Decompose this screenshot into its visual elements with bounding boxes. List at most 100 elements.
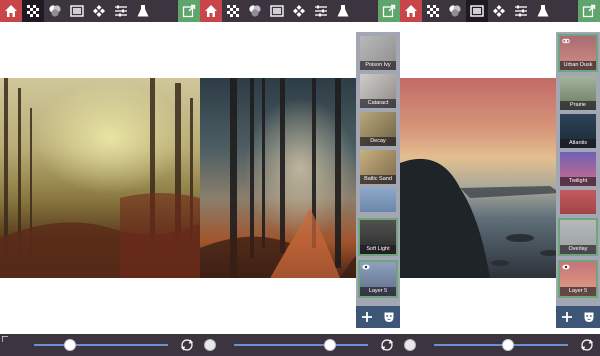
sync-icon[interactable] — [180, 338, 194, 352]
gradient-frame-icon — [270, 5, 284, 17]
blend-button[interactable] — [244, 0, 266, 22]
layer-thumb-atlantis[interactable]: Atlantis — [560, 114, 596, 148]
layer-tools-2 — [556, 306, 600, 328]
layer-label: Urban Dusk — [560, 61, 596, 70]
home-button[interactable] — [0, 0, 22, 22]
sync-icon[interactable] — [380, 338, 394, 352]
checkerboard-button[interactable] — [222, 0, 244, 22]
export-icon — [582, 4, 596, 18]
home-icon — [405, 5, 417, 17]
lab-button[interactable] — [332, 0, 354, 22]
flask-icon — [537, 5, 549, 17]
export-button[interactable] — [178, 0, 200, 22]
opacity-slider-track[interactable] — [234, 344, 368, 346]
eye-icon — [562, 264, 570, 270]
home-icon — [5, 5, 17, 17]
layer-thumb-blue[interactable] — [360, 188, 396, 212]
mask-icon — [584, 312, 594, 322]
blend-button[interactable] — [44, 0, 66, 22]
frame-button[interactable] — [66, 0, 88, 22]
diamond-tiles-icon — [493, 5, 505, 17]
layers-panel-2: Urban Dusk Prairie Atlantis Twilight Ove… — [556, 32, 600, 328]
diamond-tiles-icon — [93, 5, 105, 17]
tiles-button[interactable] — [288, 0, 310, 22]
blend-circles-icon — [49, 5, 61, 17]
export-button[interactable] — [378, 0, 400, 22]
lab-button[interactable] — [132, 0, 154, 22]
gradient-frame-icon — [70, 5, 84, 17]
tiles-button[interactable] — [88, 0, 110, 22]
flask-icon — [337, 5, 349, 17]
checkerboard-button[interactable] — [22, 0, 44, 22]
tiles-button[interactable] — [488, 0, 510, 22]
layer-label: Baltic Sand — [360, 175, 396, 184]
layer-label: Prairie — [560, 101, 596, 110]
mask-button[interactable] — [578, 306, 600, 328]
layer-thumb-poison-ivy[interactable]: Poison Ivy — [360, 36, 396, 70]
export-icon — [182, 4, 196, 18]
layer-label: Decay — [360, 137, 396, 146]
flask-icon — [137, 5, 149, 17]
blend-circles-icon — [249, 5, 261, 17]
layer-label: Layer 5 — [360, 287, 396, 296]
layer-thumb-decay[interactable]: Decay — [360, 112, 396, 146]
plus-icon — [562, 312, 572, 322]
adjust-button[interactable] — [510, 0, 532, 22]
opacity-slider-handle[interactable] — [324, 339, 337, 351]
add-layer-button[interactable] — [356, 306, 378, 328]
forest-trees-graphic — [0, 78, 200, 278]
layer-label: Soft Light — [360, 245, 396, 254]
checkerboard-icon — [427, 5, 439, 17]
gradient-frame-icon — [470, 5, 484, 17]
sliders-icon — [315, 5, 327, 17]
home-button[interactable] — [400, 0, 422, 22]
add-layer-button[interactable] — [556, 306, 578, 328]
export-icon — [382, 4, 396, 18]
mask-icon — [384, 312, 394, 322]
bottom-bar-1 — [0, 334, 200, 356]
lab-button[interactable] — [532, 0, 554, 22]
checkerboard-button[interactable] — [422, 0, 444, 22]
link-icon — [562, 38, 570, 44]
opacity-slider-track[interactable] — [34, 344, 168, 346]
blend-circles-icon — [449, 5, 461, 17]
mask-button[interactable] — [378, 306, 400, 328]
brush-preview-button[interactable] — [204, 339, 216, 351]
layer-thumb-baltic-sand[interactable]: Baltic Sand — [360, 150, 396, 184]
layer-thumb-prairie[interactable]: Prairie — [560, 76, 596, 110]
home-icon — [205, 5, 217, 17]
blend-button[interactable] — [444, 0, 466, 22]
layer-thumb-cataract[interactable]: Cataract — [360, 74, 396, 108]
eye-icon — [362, 264, 370, 270]
layer-label: Cataract — [360, 99, 396, 108]
opacity-slider-handle[interactable] — [501, 339, 514, 351]
layer-thumb-twilight[interactable]: Twilight — [560, 152, 596, 186]
top-toolbar-1 — [0, 0, 200, 22]
adjust-button[interactable] — [310, 0, 332, 22]
forest-photo-canvas[interactable] — [0, 78, 200, 278]
layer-thumb-layer-5[interactable]: Layer 5 — [358, 260, 398, 298]
layer-thumb-red[interactable] — [560, 190, 596, 214]
sliders-icon — [515, 5, 527, 17]
app-screen: Poison Ivy Cataract Decay Baltic Sand So… — [0, 0, 600, 356]
adjust-button[interactable] — [110, 0, 132, 22]
bottom-bar-2 — [200, 334, 400, 356]
layer-label: Layer 5 — [560, 287, 596, 296]
layer-thumb-layer-5[interactable]: Layer 5 — [558, 260, 598, 298]
export-button[interactable] — [578, 0, 600, 22]
layer-thumb-soft-light[interactable]: Soft Light — [358, 218, 398, 256]
brush-preview-button[interactable] — [404, 339, 416, 351]
home-button[interactable] — [200, 0, 222, 22]
layer-thumb-urban-dusk[interactable]: Urban Dusk — [558, 34, 598, 72]
layer-thumb-overlay[interactable]: Overlay — [558, 218, 598, 256]
frame-button[interactable] — [466, 0, 488, 22]
checkerboard-icon — [27, 5, 39, 17]
corner-marker-icon — [2, 336, 8, 342]
frame-button[interactable] — [266, 0, 288, 22]
top-toolbar-3 — [400, 0, 600, 22]
opacity-slider-handle[interactable] — [64, 339, 77, 351]
sync-icon[interactable] — [580, 338, 594, 352]
checkerboard-icon — [227, 5, 239, 17]
top-toolbar-2 — [200, 0, 400, 22]
layer-label: Twilight — [560, 177, 596, 186]
